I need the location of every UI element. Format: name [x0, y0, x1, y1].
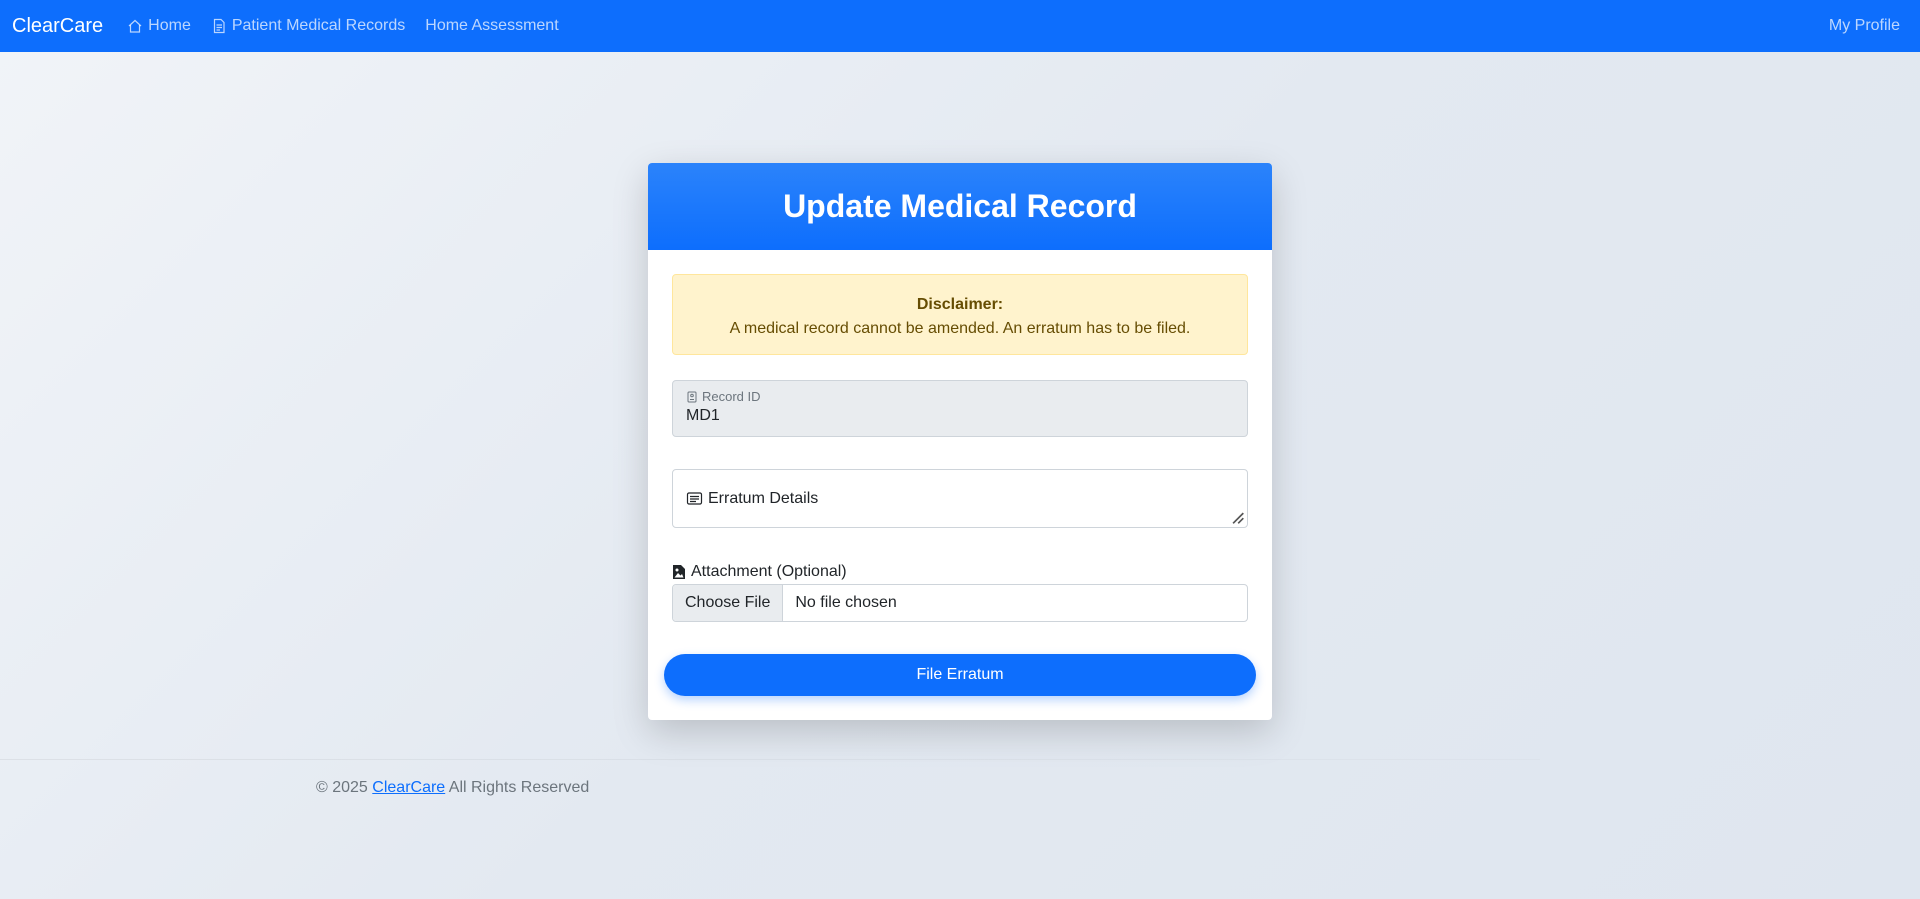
file-status: No file chosen: [795, 594, 897, 611]
update-record-card: Update Medical Record Disclaimer: A medi…: [648, 163, 1272, 720]
footer-divider: [0, 759, 1540, 760]
nav-patient-medical-records-label: Patient Medical Records: [231, 17, 406, 34]
attachment-file-input[interactable]: Choose File No file chosen: [672, 584, 1248, 622]
attachment-label-text: Attachment (Optional): [691, 563, 847, 580]
footer-brand-link[interactable]: ClearCare: [372, 779, 445, 796]
nav-home[interactable]: Home: [127, 17, 191, 35]
id-card-icon: [687, 391, 697, 402]
footer-copyright: © 2025: [316, 779, 368, 796]
disclaimer-text: A medical record cannot be amended. An e…: [729, 320, 1191, 337]
erratum-placeholder: Erratum Details: [708, 489, 819, 507]
nav-patient-medical-records[interactable]: Patient Medical Records: [211, 17, 405, 35]
resize-handle-icon[interactable]: [1228, 508, 1245, 525]
footer-rights: All Rights Reserved: [448, 779, 590, 796]
nav-home-label: Home: [148, 17, 191, 34]
record-id-label: Record ID: [686, 389, 1234, 404]
record-id-field: Record ID MD1: [672, 380, 1248, 437]
record-id-label-text: Record ID: [702, 389, 761, 404]
image-file-icon: [673, 565, 685, 579]
footer: © 2025 ClearCare All Rights Reserved: [316, 779, 589, 797]
disclaimer-heading: Disclaimer:: [916, 296, 1004, 313]
nav-my-profile[interactable]: My Profile: [1829, 17, 1900, 35]
page-title: Update Medical Record: [783, 188, 1137, 224]
nav-home-assessment-label: Home Assessment: [425, 17, 559, 34]
disclaimer-alert: Disclaimer: A medical record cannot be a…: [672, 274, 1248, 355]
message-icon: [686, 492, 703, 505]
card-header: Update Medical Record: [648, 163, 1272, 250]
document-icon: [213, 18, 225, 34]
nav-home-assessment[interactable]: Home Assessment: [425, 17, 558, 35]
top-navbar: ClearCare Home Patient Medical Records H…: [0, 0, 1920, 52]
attachment-label: Attachment (Optional): [672, 563, 847, 581]
file-erratum-button[interactable]: File Erratum: [664, 654, 1256, 696]
choose-file-button[interactable]: Choose File: [673, 585, 784, 621]
erratum-details-textarea[interactable]: Erratum Details: [672, 469, 1248, 528]
record-id-value: MD1: [686, 407, 720, 424]
brand-logo[interactable]: ClearCare: [12, 15, 103, 38]
house-icon: [128, 19, 142, 33]
